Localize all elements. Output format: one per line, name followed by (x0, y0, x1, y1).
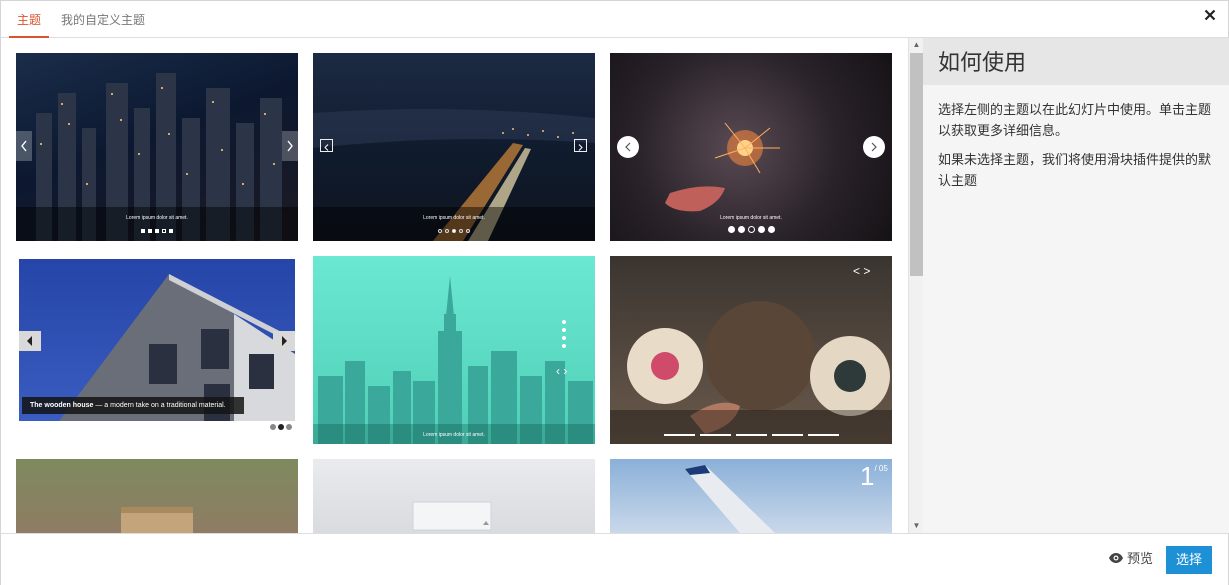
theme-gallery: Lorem ipsum dolor sit amet. Lorem ipsum … (2, 38, 908, 533)
slide-progress-bars (664, 434, 839, 436)
theme-card[interactable]: Lorem ipsum dolor sit amet. (313, 53, 595, 241)
counter-total: / 05 (874, 464, 888, 473)
caption-title: The wooden house (30, 402, 94, 409)
slide-dots (610, 226, 892, 233)
tab-my-custom-themes[interactable]: 我的自定义主题 (53, 1, 153, 38)
dialog-footer: 预览 选择 (1, 533, 1228, 585)
theme-card[interactable]: < > (610, 256, 892, 444)
next-arrow-icon[interactable] (273, 331, 295, 351)
slide-dots (313, 229, 595, 233)
slide-caption: Lorem ipsum dolor sit amet. (423, 215, 485, 221)
caption-bar (610, 207, 892, 241)
white-device-image (412, 501, 492, 531)
slide-caption: Lorem ipsum dolor sit amet. (720, 215, 782, 221)
teal-city-image (318, 276, 593, 444)
next-arrow-icon[interactable] (574, 139, 587, 152)
box-ground-image (121, 507, 193, 533)
caption-bar (313, 207, 595, 241)
help-title: 如何使用 (923, 38, 1229, 85)
next-arrow-icon[interactable] (282, 131, 298, 161)
theme-card[interactable]: ‹ › Lorem ipsum dolor sit amet. (313, 256, 595, 444)
caption-subtitle: — a modern take on a traditional materia… (93, 402, 226, 409)
prev-arrow-icon[interactable] (617, 136, 639, 158)
theme-card[interactable]: Lorem ipsum dolor sit amet. (610, 53, 892, 241)
preview-button[interactable]: 预览 (1108, 548, 1153, 567)
gallery-scrollbar[interactable]: ▲ ▼ (908, 38, 923, 533)
prev-arrow-icon[interactable] (320, 139, 333, 152)
eye-icon (1109, 552, 1123, 563)
airplane-wing-image (685, 465, 775, 533)
help-panel: 如何使用 选择左侧的主题以在此幻灯片中使用。单击主题以获取更多详细信息。 如果未… (923, 38, 1229, 533)
help-paragraph: 如果未选择主题，我们将使用滑块插件提供的默认主题 (938, 152, 1212, 188)
caption-bar (16, 207, 298, 241)
scrollbar-thumb[interactable] (910, 53, 923, 276)
theme-dialog: 主题 我的自定义主题 Lorem ipsum dolor sit amet. L… (0, 0, 1229, 585)
tab-bar: 主题 我的自定义主题 (1, 1, 1228, 38)
slide-dots (562, 320, 566, 348)
nav-arrows-icon[interactable]: < > (853, 264, 870, 278)
tab-themes[interactable]: 主题 (9, 1, 50, 38)
prev-arrow-icon[interactable] (19, 331, 41, 351)
prev-arrow-icon[interactable] (16, 131, 32, 161)
select-button[interactable]: 选择 (1166, 546, 1212, 574)
scroll-up-icon[interactable]: ▲ (909, 38, 924, 52)
nav-arrows-icon[interactable]: ‹ › (556, 364, 567, 378)
scroll-down-icon[interactable]: ▼ (909, 519, 924, 533)
slide-caption: The wooden house — a modern take on a tr… (22, 397, 244, 414)
theme-card[interactable]: The wooden house — a modern take on a tr… (16, 256, 298, 444)
preview-label: 预览 (1127, 551, 1154, 566)
slide-counter: 1/ 05 (860, 461, 888, 491)
caption-bar (610, 410, 892, 444)
help-paragraph: 选择左侧的主题以在此幻灯片中使用。单击主题以获取更多详细信息。 (938, 102, 1212, 138)
theme-card[interactable]: Lorem ipsum dolor sit amet. (16, 53, 298, 241)
slide-caption: Lorem ipsum dolor sit amet. (423, 432, 485, 438)
slide-dots (270, 424, 292, 430)
close-icon[interactable] (1204, 9, 1218, 23)
theme-card[interactable]: 1/ 05 (610, 459, 892, 533)
next-arrow-icon[interactable] (863, 136, 885, 158)
slide-caption: Lorem ipsum dolor sit amet. (126, 215, 188, 221)
theme-card[interactable] (313, 459, 595, 533)
theme-card[interactable] (16, 459, 298, 533)
counter-current: 1 (860, 461, 875, 491)
slide-dots (16, 229, 298, 233)
